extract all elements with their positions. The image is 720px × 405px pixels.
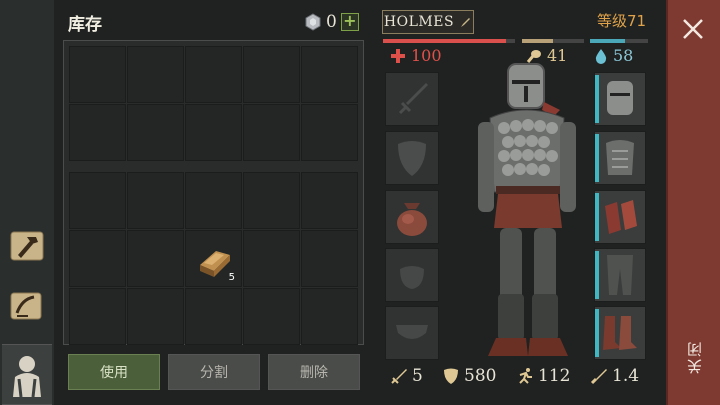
close-icon[interactable] [678, 14, 708, 44]
food-bar [522, 39, 584, 43]
quest-scroll-icon [10, 292, 42, 320]
health-cross-icon [391, 48, 405, 63]
crafting-hammer-icon [10, 231, 44, 261]
use-button[interactable]: 使用 [68, 354, 160, 390]
inventory-grid: 5 [63, 40, 364, 345]
bag-icon [397, 203, 427, 236]
character-icon [13, 355, 41, 397]
plus-icon: + [343, 11, 357, 30]
pants-icon [607, 255, 633, 295]
inventory-slot[interactable] [127, 104, 184, 161]
running-icon [519, 368, 532, 384]
defense-stat: 580 [442, 366, 496, 386]
helmet-icon [607, 81, 633, 115]
coin-counter: 0 + [304, 12, 359, 32]
inventory-slot[interactable] [301, 230, 358, 287]
health-bar [383, 39, 515, 43]
water-drop-icon [595, 48, 607, 64]
boots-slot[interactable] [594, 306, 646, 360]
inventory-slot[interactable] [243, 172, 300, 229]
side-nav [0, 0, 54, 405]
gloves-slot[interactable] [594, 190, 646, 244]
shield-slot[interactable] [385, 131, 439, 185]
split-button[interactable]: 分割 [168, 354, 260, 390]
crafting-tab[interactable] [2, 218, 52, 274]
delete-button[interactable]: 删除 [268, 354, 360, 390]
inventory-slot[interactable] [69, 104, 126, 161]
weight-value: 1.4 [612, 366, 640, 386]
inventory-slot[interactable] [69, 46, 126, 103]
belt-slot[interactable] [385, 306, 439, 360]
quest-tab[interactable] [2, 278, 52, 334]
defense-value: 580 [464, 366, 497, 386]
speed-stat: 112 [516, 366, 570, 386]
character-model [478, 63, 576, 356]
character-name-box[interactable]: HOLMES [382, 10, 474, 34]
coin-icon [305, 13, 321, 31]
inventory-slot[interactable] [301, 46, 358, 103]
inventory-slot[interactable] [69, 288, 126, 345]
level-label: 等级71 [597, 12, 647, 30]
inventory-slot[interactable] [185, 46, 242, 103]
inventory-slot[interactable] [69, 230, 126, 287]
inventory-slot[interactable] [185, 288, 242, 345]
inventory-slot[interactable] [127, 172, 184, 229]
water-bar [590, 39, 648, 43]
belt-icon [396, 325, 428, 339]
inventory-slot[interactable] [127, 288, 184, 345]
inventory-slot[interactable] [243, 46, 300, 103]
body-armor-icon [606, 140, 634, 175]
inventory-slot[interactable] [301, 172, 358, 229]
gloves-icon [605, 200, 637, 234]
edit-pen-icon [461, 18, 471, 27]
attack-value: 5 [412, 366, 423, 386]
inventory-slot[interactable] [301, 288, 358, 345]
sword-stat-icon [391, 369, 407, 384]
health-value: 100 [411, 46, 442, 65]
inventory-slot[interactable] [127, 46, 184, 103]
coin-count: 0 [326, 12, 337, 32]
inventory-slot[interactable] [127, 230, 184, 287]
inventory-slot[interactable] [243, 230, 300, 287]
shield-icon [398, 141, 426, 176]
boots-icon [603, 316, 637, 350]
sword-icon [398, 83, 428, 115]
body-armor-slot[interactable] [594, 131, 646, 185]
close-label[interactable]: 关闭 [684, 340, 705, 374]
pouch-icon [400, 266, 424, 289]
water-value: 58 [613, 46, 634, 65]
attack-stat: 5 [390, 366, 423, 386]
character-tab[interactable] [2, 344, 52, 405]
item-quantity: 5 [228, 272, 235, 283]
inventory-slot[interactable] [69, 172, 126, 229]
speed-value: 112 [538, 366, 571, 386]
inventory-title: 库存 [68, 15, 102, 35]
inventory-slot[interactable] [301, 104, 358, 161]
health-stat: 100 [390, 46, 442, 65]
inventory-slot[interactable] [185, 172, 242, 229]
character-name: HOLMES [383, 14, 455, 30]
weight-stat: 1.4 [590, 366, 639, 386]
inventory-slot[interactable] [243, 104, 300, 161]
shield-stat-icon [444, 368, 458, 384]
weight-icon [590, 369, 607, 385]
weapon-slot[interactable] [385, 72, 439, 126]
helmet-slot[interactable] [594, 72, 646, 126]
inventory-slot[interactable] [243, 288, 300, 345]
accessory-slot[interactable] [385, 248, 439, 302]
water-stat: 58 [594, 46, 633, 65]
inventory-slot[interactable] [185, 104, 242, 161]
pants-slot[interactable] [594, 248, 646, 302]
inventory-slot-ingot[interactable]: 5 [185, 230, 242, 287]
add-coins-button[interactable]: + [340, 11, 359, 31]
bag-slot[interactable] [385, 190, 439, 244]
